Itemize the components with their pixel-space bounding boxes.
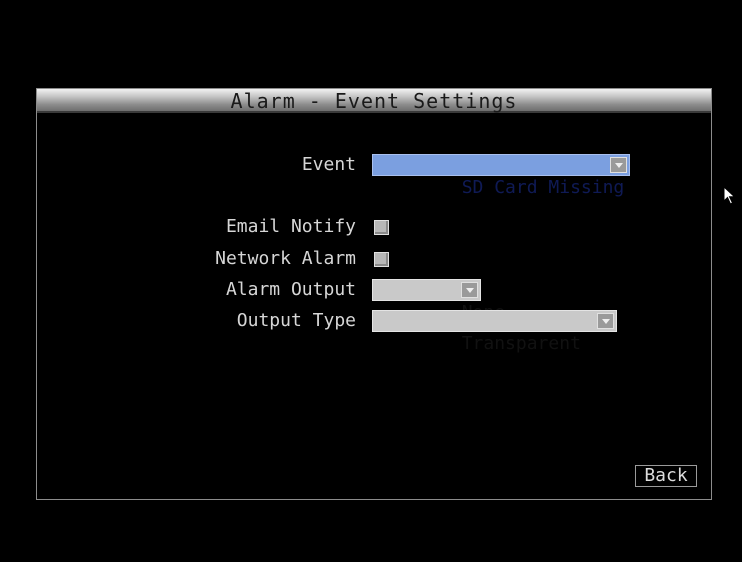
email-notify-label: Email Notify <box>225 216 356 237</box>
event-value: SD Card Missing <box>461 177 625 198</box>
dropdown-arrow-icon[interactable] <box>597 313 614 329</box>
mouse-pointer-icon <box>723 186 736 205</box>
dropdown-arrow-icon[interactable] <box>610 157 627 173</box>
event-row: Event SD Card Missing <box>37 153 713 198</box>
event-label: Event <box>301 154 356 175</box>
alarm-output-label: Alarm Output <box>225 279 356 300</box>
event-dropdown[interactable]: SD Card Missing <box>372 154 630 198</box>
dialog-title: Alarm - Event Settings <box>230 89 518 113</box>
network-alarm-row: Network Alarm <box>37 247 713 271</box>
dvr-screen: Alarm - Event Settings Event SD Card Mis… <box>0 0 742 562</box>
back-button[interactable]: Back <box>635 465 697 487</box>
dropdown-arrow-icon[interactable] <box>461 282 478 298</box>
alarm-output-dropdown[interactable]: None <box>372 279 505 323</box>
email-notify-row: Email Notify <box>37 215 713 239</box>
output-type-value: Transparent <box>461 333 581 354</box>
alarm-event-settings-dialog: Alarm - Event Settings Event SD Card Mis… <box>36 88 712 500</box>
alarm-output-row: Alarm Output None <box>37 278 713 323</box>
output-type-dropdown[interactable]: Transparent <box>372 310 617 354</box>
network-alarm-checkbox[interactable] <box>374 252 389 267</box>
email-notify-checkbox[interactable] <box>374 220 389 235</box>
dialog-titlebar: Alarm - Event Settings <box>37 89 711 113</box>
network-alarm-label: Network Alarm <box>215 248 356 269</box>
output-type-label: Output Type <box>236 310 356 331</box>
output-type-row: Output Type Transparent <box>37 309 713 354</box>
